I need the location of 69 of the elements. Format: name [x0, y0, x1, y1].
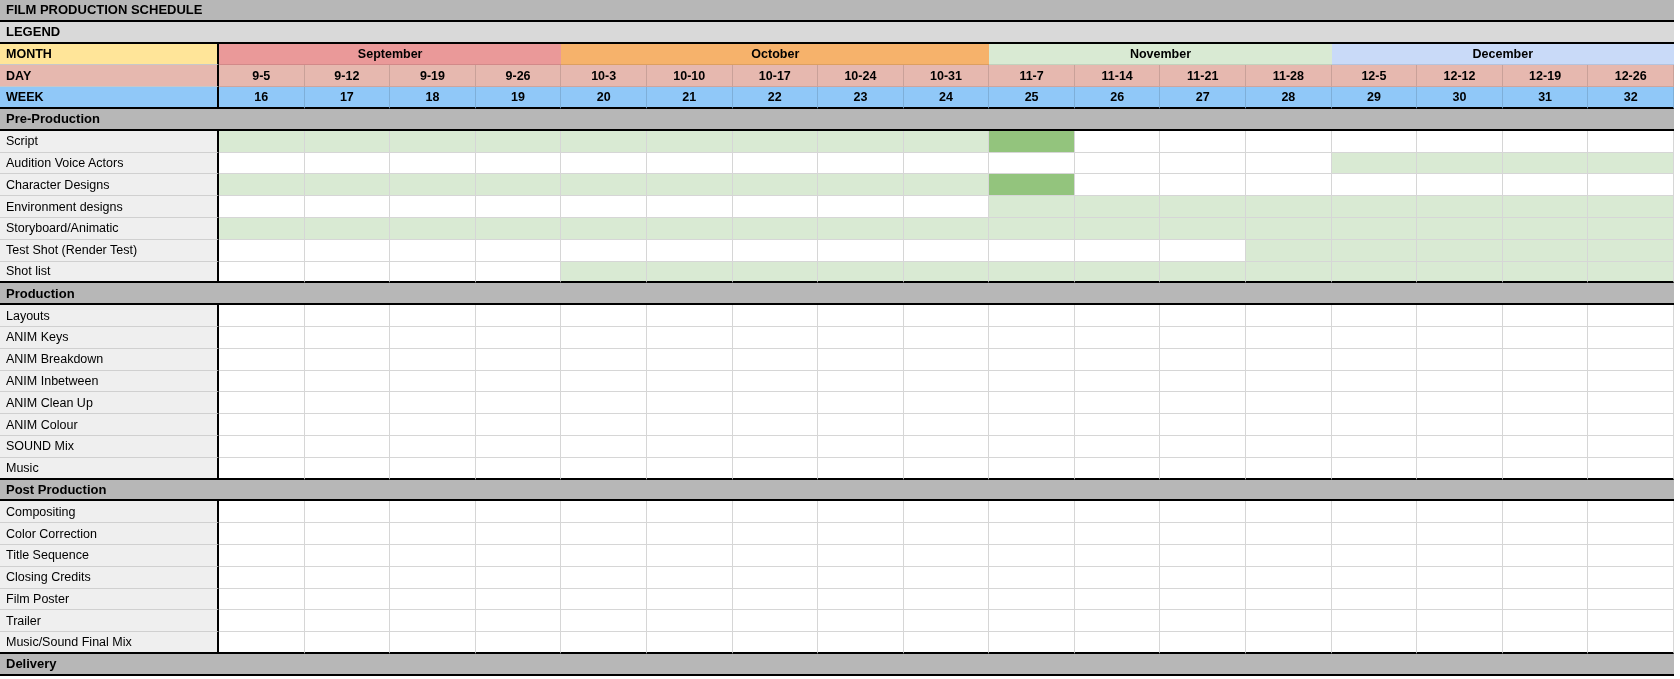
- task-name: Compositing: [0, 501, 219, 524]
- week-header: 26: [1074, 87, 1161, 109]
- task-name: Layouts: [0, 305, 219, 327]
- week-header: 27: [1160, 87, 1247, 109]
- week-header: 21: [646, 87, 733, 109]
- task-name: Trailer: [0, 610, 219, 633]
- week-header: 23: [818, 87, 904, 109]
- task-name: Title Sequence: [0, 544, 219, 567]
- section-header: Post Production: [0, 479, 1674, 502]
- day-header: 9-12: [304, 65, 391, 88]
- task-name: Music/Sound Final Mix: [0, 632, 219, 654]
- week-header: 30: [1417, 87, 1503, 109]
- task-name: ANIM Breakdown: [0, 348, 219, 371]
- section-header: Delivery: [0, 653, 1674, 676]
- section-header: Pre-Production: [0, 109, 1674, 131]
- row-header: WEEK: [0, 87, 219, 109]
- legend-label: LEGEND: [0, 21, 1674, 44]
- task-name: Closing Credits: [0, 566, 219, 589]
- month-header: October: [561, 43, 990, 66]
- day-header: 10-10: [646, 65, 733, 88]
- section-header: Production: [0, 283, 1674, 306]
- task-name: Music: [0, 457, 219, 480]
- task-name: Audition Voice Actors: [0, 152, 219, 175]
- week-header: 20: [561, 87, 647, 109]
- task-name: ANIM Keys: [0, 326, 219, 349]
- month-header: December: [1331, 43, 1674, 66]
- task-name: Test Shot (Render Test): [0, 239, 219, 262]
- day-header: 12-12: [1417, 65, 1503, 88]
- task-name: ANIM Colour: [0, 414, 219, 436]
- day-header: 10-24: [818, 65, 904, 88]
- week-header: 17: [304, 87, 391, 109]
- task-name: ANIM Inbetween: [0, 370, 219, 393]
- week-header: 19: [475, 87, 562, 109]
- week-header: 24: [903, 87, 990, 109]
- row-header: DAY: [0, 65, 219, 88]
- day-header: 12-26: [1588, 65, 1674, 88]
- task-name: ANIM Clean Up: [0, 392, 219, 415]
- day-header: 10-3: [561, 65, 647, 88]
- row-header: MONTH: [0, 43, 219, 66]
- day-header: 12-19: [1502, 65, 1589, 88]
- day-header: 10-31: [903, 65, 990, 88]
- task-name: Color Correction: [0, 523, 219, 545]
- week-header: 16: [219, 87, 305, 109]
- week-header: 28: [1246, 87, 1332, 109]
- week-header: 22: [732, 87, 819, 109]
- task-name: Film Poster: [0, 588, 219, 611]
- task-name: Storyboard/Animatic: [0, 217, 219, 240]
- month-header: November: [989, 43, 1332, 66]
- task-name: Environment designs: [0, 196, 219, 218]
- day-header: 11-21: [1160, 65, 1247, 88]
- day-header: 11-14: [1074, 65, 1161, 88]
- task-name: Script: [0, 130, 219, 153]
- task-name: Character Designs: [0, 174, 219, 197]
- day-header: 9-19: [390, 65, 476, 88]
- week-header: 29: [1331, 87, 1418, 109]
- day-header: 9-5: [219, 65, 305, 88]
- day-header: 9-26: [475, 65, 562, 88]
- day-header: 11-7: [989, 65, 1075, 88]
- day-header: 11-28: [1246, 65, 1332, 88]
- task-name: Shot list: [0, 261, 219, 284]
- week-header: 18: [390, 87, 476, 109]
- month-header: September: [219, 43, 562, 66]
- week-header: 32: [1588, 87, 1674, 109]
- day-header: 12-5: [1331, 65, 1418, 88]
- task-name: SOUND Mix: [0, 435, 219, 458]
- week-header: 31: [1502, 87, 1589, 109]
- week-header: 25: [989, 87, 1075, 109]
- sheet-title: FILM PRODUCTION SCHEDULE: [0, 0, 1674, 22]
- day-header: 10-17: [732, 65, 819, 88]
